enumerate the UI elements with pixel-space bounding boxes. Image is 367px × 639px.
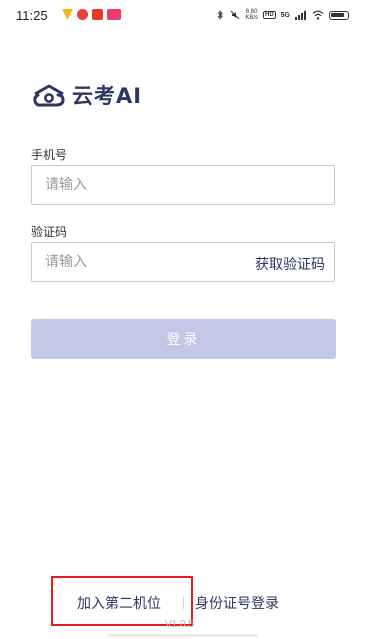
- brand-logo: 云考AI: [31, 80, 142, 110]
- status-time: 11:25: [16, 8, 48, 23]
- status-bar: 11:25 6.60 KB/s HD 5G: [0, 0, 367, 30]
- battery-icon: [329, 10, 349, 20]
- version-label: V1.0.5: [165, 619, 194, 630]
- network-type: 5G: [280, 11, 290, 19]
- phone-field[interactable]: [31, 165, 335, 205]
- wifi-icon: [312, 10, 324, 20]
- app-notification-icon: [107, 9, 121, 20]
- app-notification-icon: [77, 9, 88, 20]
- app-notification-icon: [62, 9, 73, 20]
- bluetooth-icon: [217, 10, 224, 20]
- home-indicator: [108, 634, 258, 637]
- app-notification-icon: [92, 9, 103, 20]
- get-code-button[interactable]: 获取验证码: [255, 254, 325, 274]
- system-status-icons: 6.60 KB/s HD 5G: [215, 9, 349, 21]
- code-field[interactable]: 获取验证码: [31, 242, 335, 282]
- id-card-login-link[interactable]: 身份证号登录: [195, 593, 279, 613]
- notification-icons: [62, 9, 121, 20]
- phone-label: 手机号: [31, 148, 68, 162]
- mute-icon: [230, 10, 240, 20]
- login-button[interactable]: 登录: [31, 319, 336, 359]
- code-label: 验证码: [31, 225, 68, 239]
- cloud-exam-logo-icon: [33, 84, 65, 107]
- signal-icon: [295, 11, 306, 20]
- hd-badge: HD: [262, 11, 276, 19]
- code-input[interactable]: [45, 254, 235, 270]
- phone-input[interactable]: [45, 177, 334, 193]
- network-speed: 6.60 KB/s: [245, 9, 258, 21]
- brand-name: 云考AI: [72, 84, 143, 108]
